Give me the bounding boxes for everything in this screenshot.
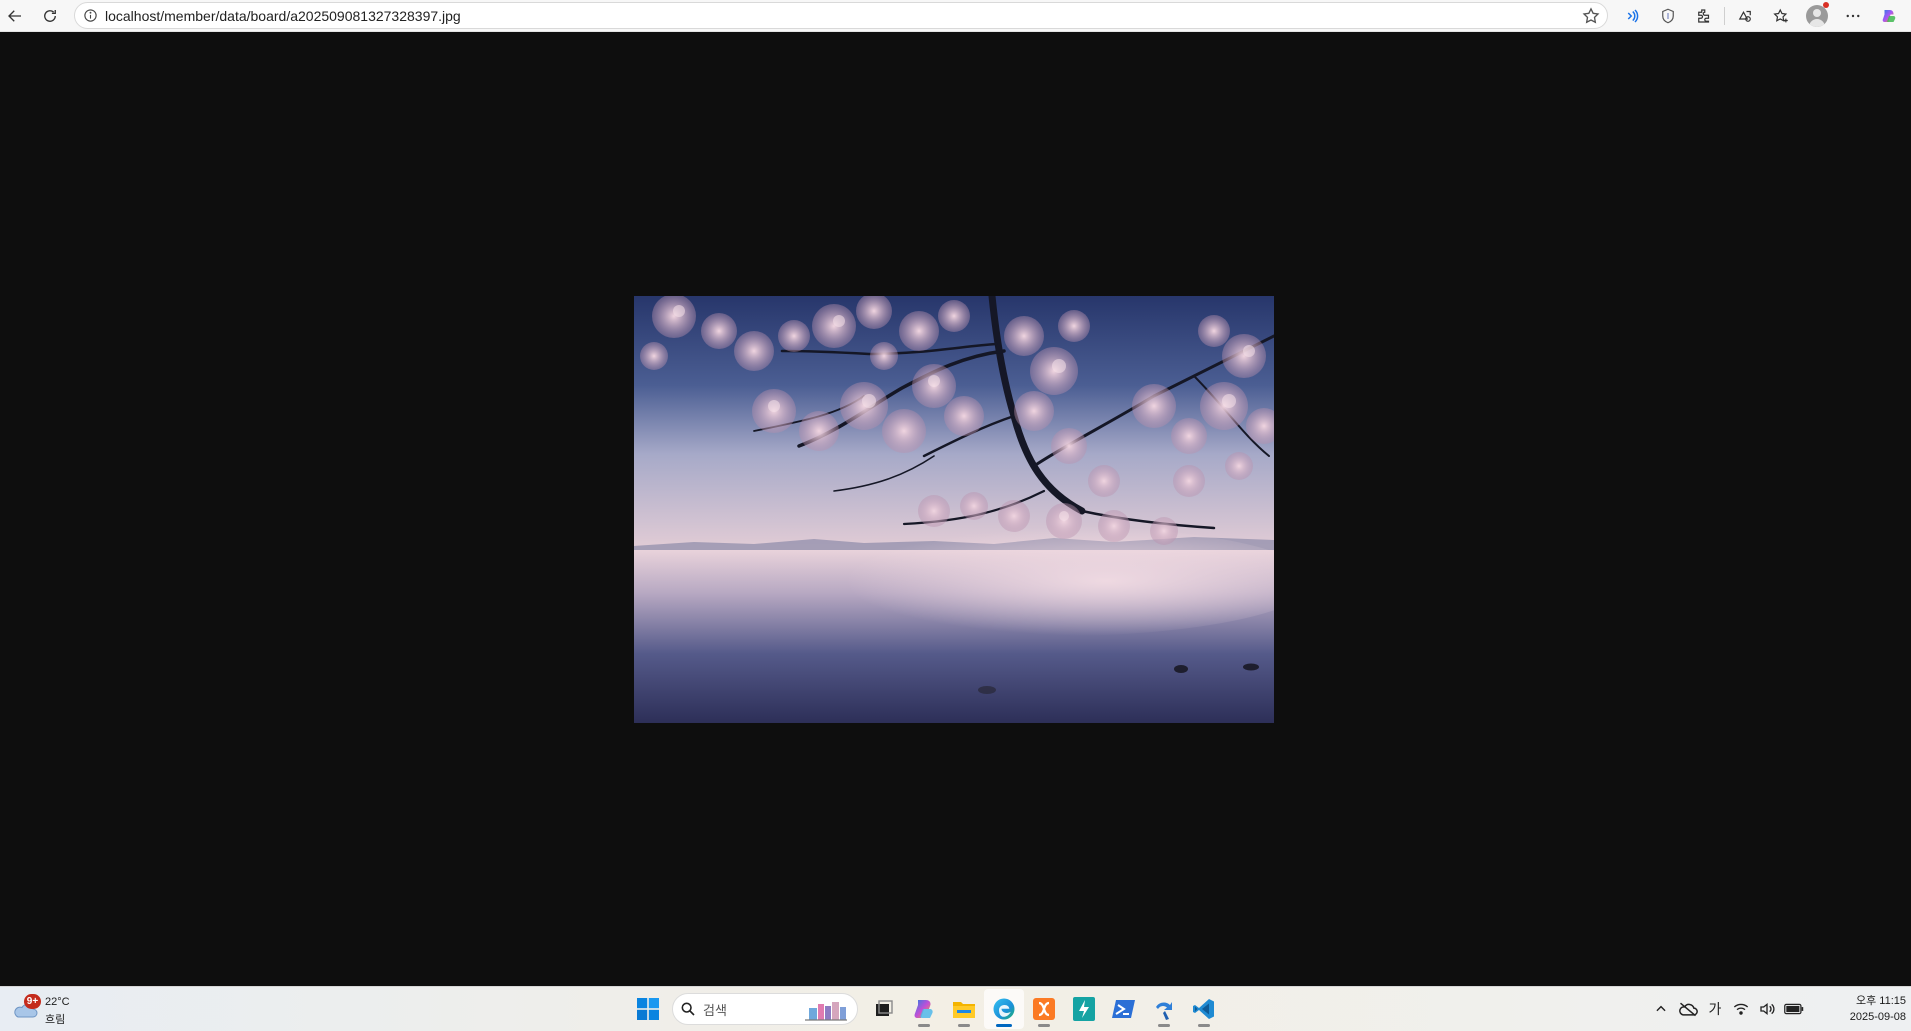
taskbar: 9+ 22°C 흐림 검색 가 오후 11:15 2025-09-08 [0, 986, 1911, 1031]
vscode-icon[interactable] [1184, 989, 1224, 1029]
toolbar-separator [1724, 7, 1725, 25]
address-bar[interactable]: localhost/member/data/board/a20250908132… [74, 2, 1608, 29]
app-running-indicator [1158, 1024, 1170, 1027]
onedrive-offline-icon[interactable] [1674, 994, 1702, 1024]
edge-icon[interactable] [984, 989, 1024, 1029]
app-bolt-icon[interactable] [1064, 989, 1104, 1029]
search-highlight-icon [805, 1002, 847, 1021]
shield-icon[interactable] [1650, 2, 1686, 30]
app-active-indicator [996, 1024, 1012, 1027]
copilot-icon[interactable] [1871, 2, 1907, 30]
refresh-icon[interactable] [34, 2, 66, 30]
info-icon[interactable] [75, 8, 105, 23]
app-running-indicator [1198, 1024, 1210, 1027]
clock-date: 2025-09-08 [1849, 1011, 1906, 1023]
browser-toolbar: localhost/member/data/board/a20250908132… [0, 0, 1911, 32]
taskbar-apps: 검색 [628, 987, 1224, 1031]
wifi-icon[interactable] [1728, 994, 1754, 1024]
system-clock[interactable]: 오후 11:15 2025-09-08 [1826, 993, 1906, 1025]
back-icon[interactable] [0, 2, 30, 30]
powershell-icon[interactable] [1104, 989, 1144, 1029]
app-running-indicator [918, 1024, 930, 1027]
app-running-indicator [958, 1024, 970, 1027]
taskbar-search[interactable]: 검색 [672, 993, 858, 1025]
more-icon[interactable] [1835, 2, 1871, 30]
url-text[interactable]: localhost/member/data/board/a20250908132… [105, 8, 461, 24]
weather-condition: 흐림 [45, 1014, 66, 1026]
weather-badge: 9+ [24, 994, 41, 1009]
task-view-icon[interactable] [864, 989, 904, 1029]
ime-indicator[interactable]: 가 [1702, 994, 1728, 1024]
file-explorer-icon[interactable] [944, 989, 984, 1029]
volume-icon[interactable] [1754, 994, 1780, 1024]
cherry-blossom-lake-photo[interactable] [634, 296, 1274, 723]
search-icon [673, 1001, 703, 1017]
collections-icon[interactable] [1727, 2, 1763, 30]
battery-icon[interactable] [1780, 994, 1808, 1024]
photo-image [634, 296, 1274, 723]
app-running-indicator [1038, 1024, 1050, 1027]
image-viewport [0, 32, 1911, 986]
weather-widget[interactable]: 9+ 22°C 흐림 [10, 993, 80, 1027]
system-tray: 가 [1648, 987, 1808, 1031]
avatar [1806, 5, 1828, 27]
app-arrow-icon[interactable] [1144, 989, 1184, 1029]
copilot-icon[interactable] [904, 989, 944, 1029]
profile-icon[interactable] [1799, 2, 1835, 30]
xampp-icon[interactable] [1024, 989, 1064, 1029]
toolbar-actions [1614, 2, 1907, 30]
start-icon[interactable] [628, 989, 668, 1029]
read-aloud-icon[interactable] [1614, 2, 1650, 30]
favorites-icon[interactable] [1763, 2, 1799, 30]
extensions-icon[interactable] [1686, 2, 1722, 30]
weather-temperature: 22°C [45, 996, 70, 1008]
chevron-up-icon[interactable] [1648, 994, 1674, 1024]
search-placeholder: 검색 [703, 1002, 727, 1018]
favorite-star-icon[interactable] [1581, 6, 1601, 26]
clock-time: 오후 11:15 [1855, 995, 1906, 1007]
notification-dot [1823, 2, 1829, 8]
